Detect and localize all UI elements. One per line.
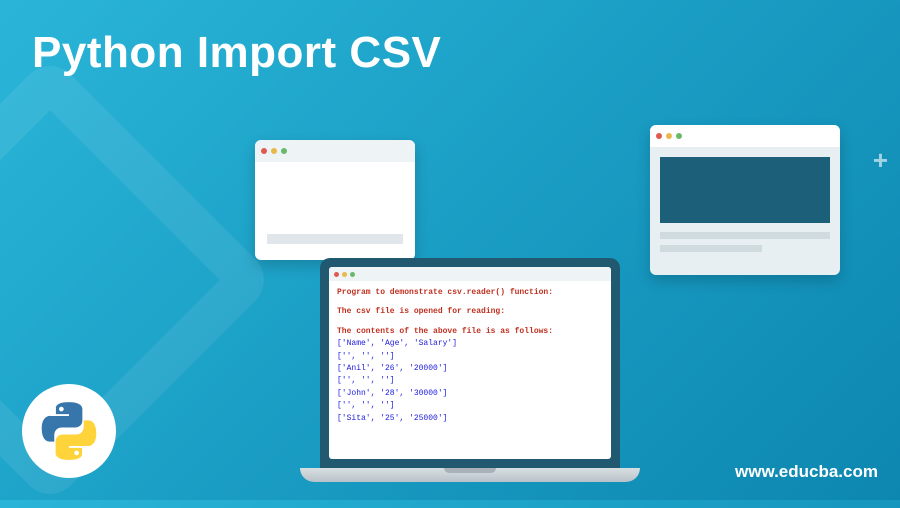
window-body: [650, 147, 840, 268]
maximize-icon: [281, 148, 287, 154]
website-url: www.educba.com: [735, 462, 878, 482]
window-titlebar: [650, 125, 840, 147]
media-placeholder: [660, 157, 830, 223]
close-icon: [261, 148, 267, 154]
terminal-line: ['', '', '']: [337, 351, 603, 363]
laptop-illustration: Program to demonstrate csv.reader() func…: [300, 258, 640, 508]
browser-window-small: [255, 140, 415, 260]
text-placeholder: [660, 232, 830, 239]
minimize-icon: [271, 148, 277, 154]
terminal-line: ['John', '28', '30000']: [337, 388, 603, 400]
terminal-line: The csv file is opened for reading:: [337, 306, 603, 318]
maximize-icon: [350, 272, 355, 277]
python-logo: [22, 384, 116, 478]
python-icon: [39, 401, 99, 461]
terminal-line: Program to demonstrate csv.reader() func…: [337, 287, 603, 299]
terminal-titlebar: [329, 267, 611, 281]
close-icon: [334, 272, 339, 277]
minimize-icon: [666, 133, 672, 139]
terminal-line: ['', '', '']: [337, 400, 603, 412]
terminal-output: Program to demonstrate csv.reader() func…: [329, 281, 611, 431]
maximize-icon: [676, 133, 682, 139]
terminal-line: The contents of the above file is as fol…: [337, 326, 603, 338]
terminal-line: ['Anil', '26', '20000']: [337, 363, 603, 375]
terminal-line: ['Name', 'Age', 'Salary']: [337, 338, 603, 350]
minimize-icon: [342, 272, 347, 277]
laptop-notch: [444, 468, 496, 473]
placeholder-bar: [267, 234, 403, 244]
page-title: Python Import CSV: [32, 28, 441, 78]
terminal-line: ['Sita', '25', '25000']: [337, 413, 603, 425]
laptop-base: [300, 468, 640, 482]
text-placeholder: [660, 245, 762, 252]
terminal-window: Program to demonstrate csv.reader() func…: [329, 267, 611, 459]
window-titlebar: [255, 140, 415, 162]
terminal-line: ['', '', '']: [337, 375, 603, 387]
laptop-screen: Program to demonstrate csv.reader() func…: [320, 258, 620, 468]
browser-window-media: [650, 125, 840, 275]
plus-icon: +: [873, 145, 888, 176]
close-icon: [656, 133, 662, 139]
